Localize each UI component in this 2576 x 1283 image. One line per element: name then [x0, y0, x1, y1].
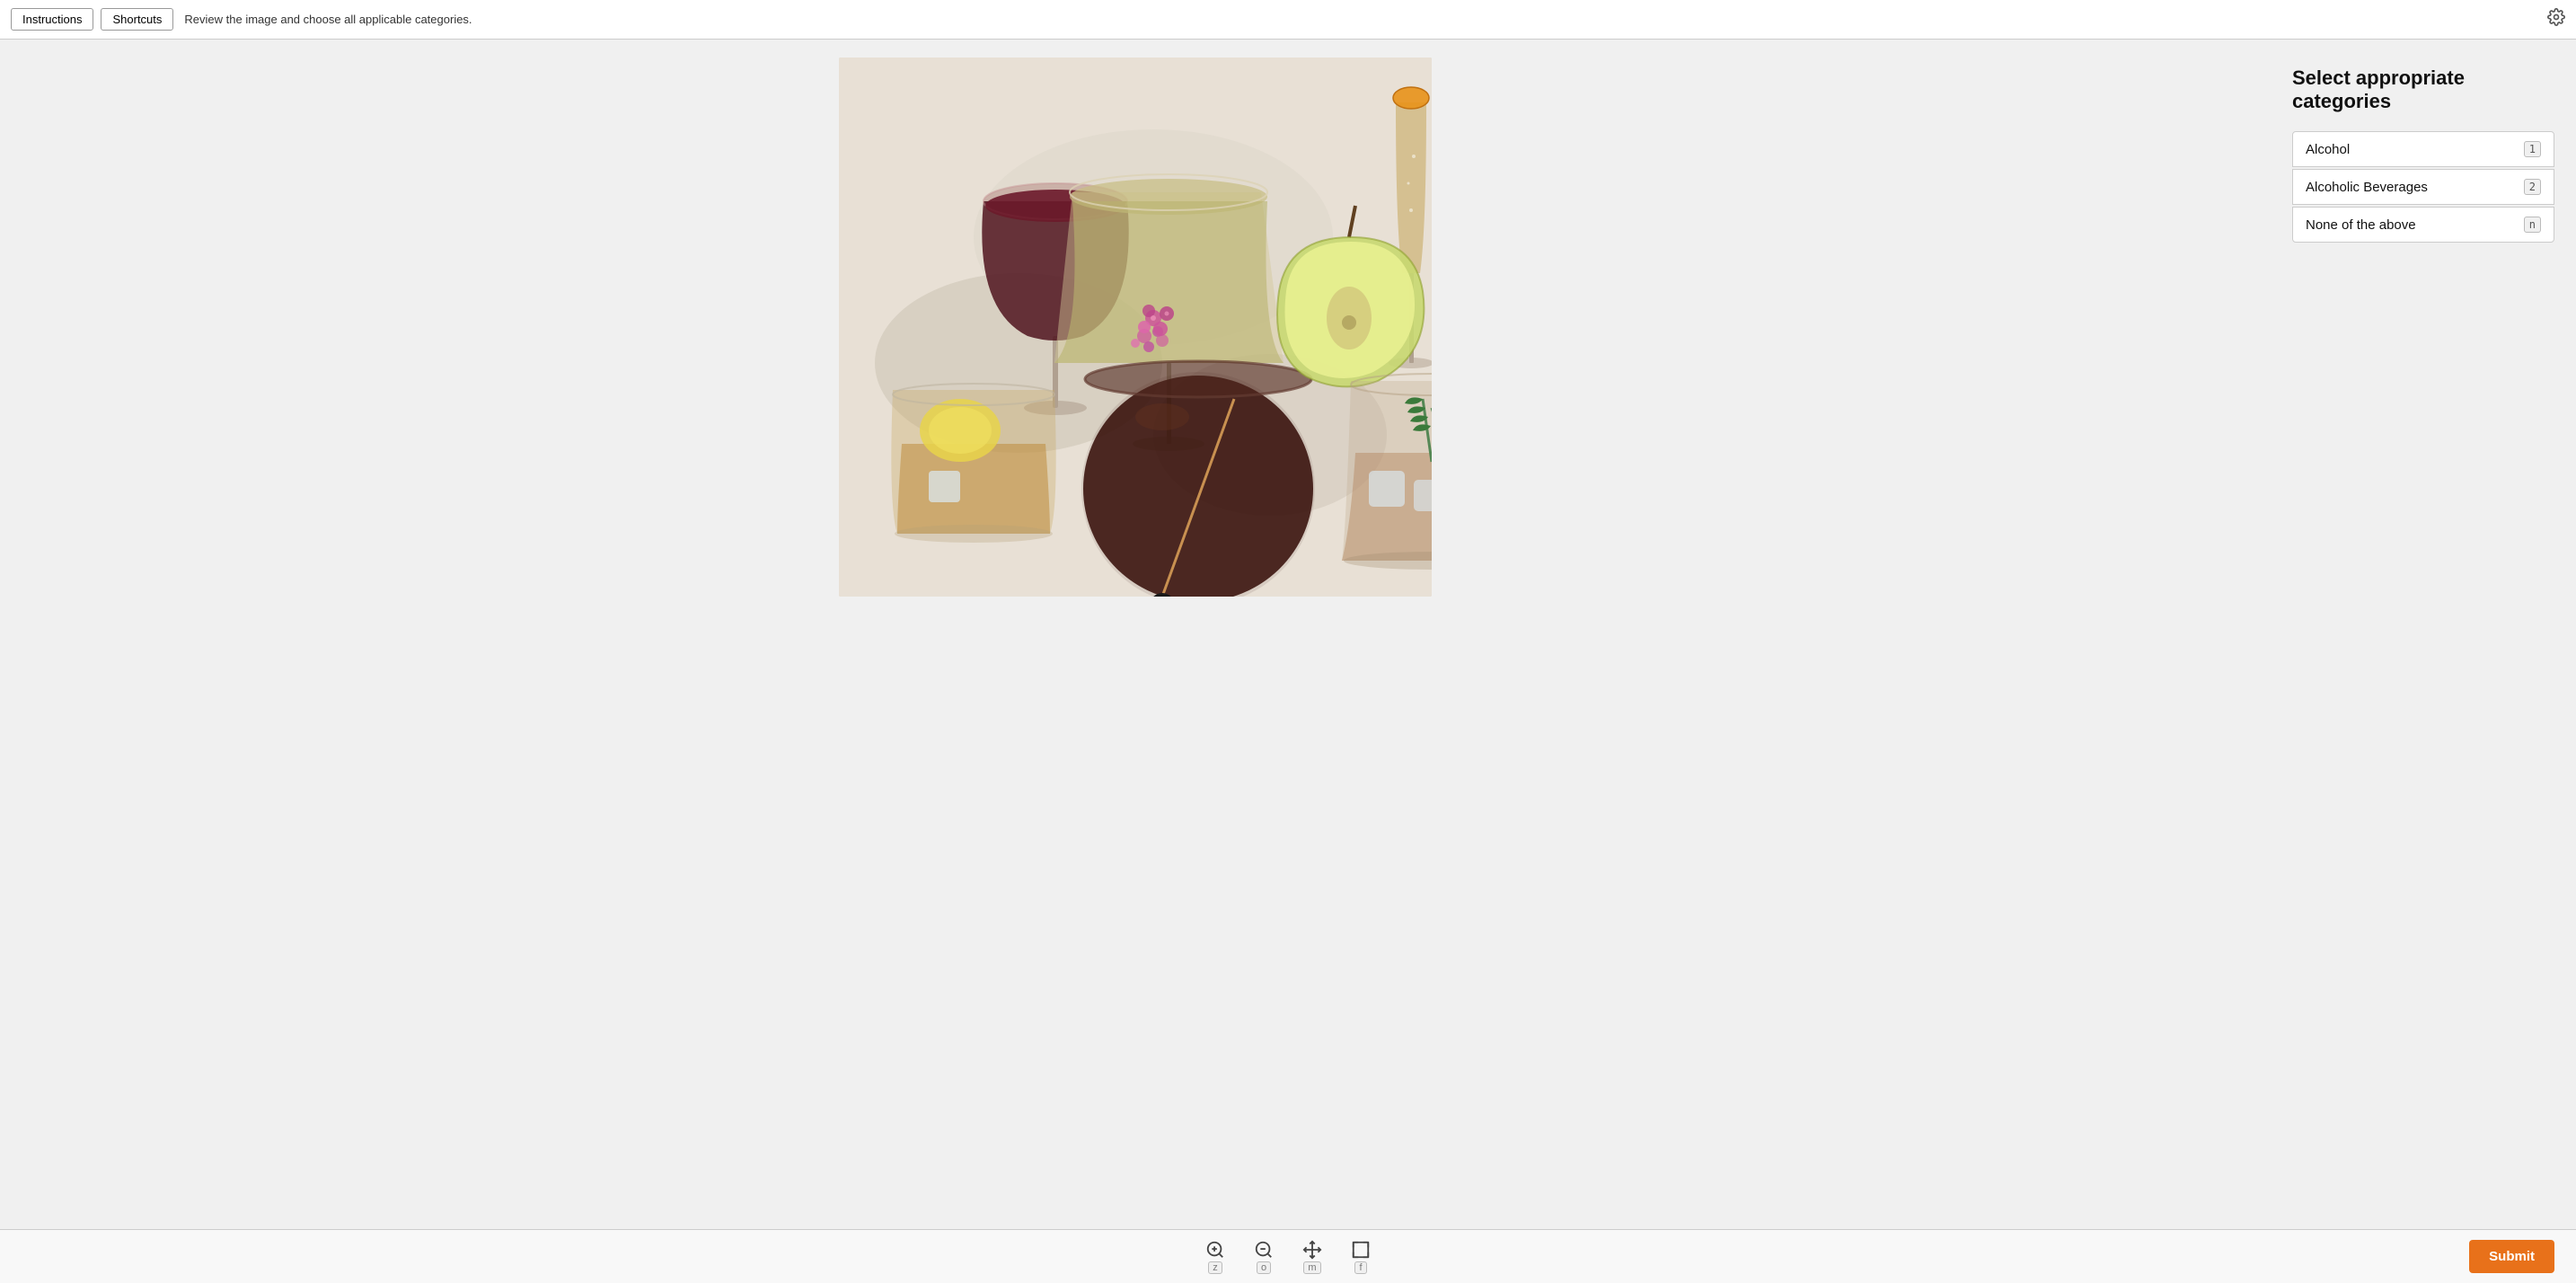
zoom-out-shortcut: o	[1257, 1261, 1271, 1274]
bottom-toolbar: z o m f Submit	[0, 1229, 2576, 1283]
fit-button[interactable]: f	[1351, 1240, 1371, 1274]
shortcuts-button[interactable]: Shortcuts	[101, 8, 173, 31]
shortcut-1: 1	[2524, 141, 2541, 157]
category-label-alcoholic-beverages: Alcoholic Beverages	[2306, 180, 2428, 195]
settings-icon[interactable]	[2547, 8, 2565, 31]
category-none-of-above[interactable]: None of the above n	[2292, 207, 2554, 243]
submit-button[interactable]: Submit	[2469, 1240, 2554, 1273]
move-shortcut: m	[1303, 1261, 1320, 1274]
category-label-alcohol: Alcohol	[2306, 142, 2350, 157]
right-panel: Select appropriate categories Alcohol 1 …	[2271, 40, 2576, 1229]
category-label-none: None of the above	[2306, 217, 2416, 233]
shortcut-2: 2	[2524, 179, 2541, 195]
categories-list: Alcohol 1 Alcoholic Beverages 2 None of …	[2292, 131, 2554, 243]
instructions-button[interactable]: Instructions	[11, 8, 93, 31]
zoom-in-button[interactable]: z	[1205, 1240, 1225, 1274]
image-container	[839, 58, 1432, 597]
zoom-in-shortcut: z	[1208, 1261, 1222, 1274]
main-content: Select appropriate categories Alcohol 1 …	[0, 40, 2576, 1229]
shortcut-n: n	[2524, 217, 2541, 233]
category-alcohol[interactable]: Alcohol 1	[2292, 131, 2554, 167]
image-area	[0, 40, 2271, 1229]
move-button[interactable]: m	[1302, 1240, 1322, 1274]
zoom-out-button[interactable]: o	[1254, 1240, 1274, 1274]
panel-title: Select appropriate categories	[2292, 66, 2554, 113]
fit-shortcut: f	[1354, 1261, 1366, 1274]
instruction-text: Review the image and choose all applicab…	[184, 13, 472, 26]
category-alcoholic-beverages[interactable]: Alcoholic Beverages 2	[2292, 169, 2554, 205]
top-bar: Instructions Shortcuts Review the image …	[0, 0, 2576, 40]
